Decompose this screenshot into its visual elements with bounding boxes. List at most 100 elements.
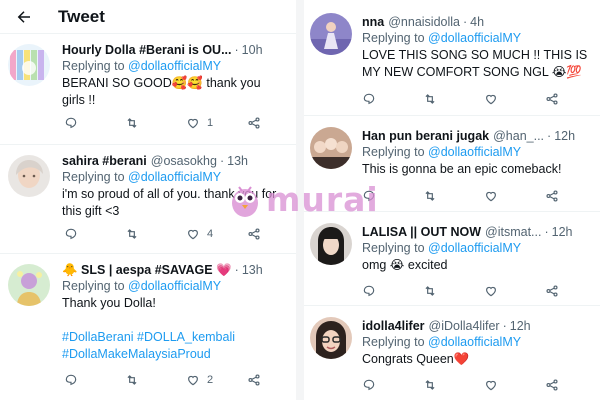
left-column: Tweet Hourly Dolla #Berani is OU... · 10…: [0, 0, 296, 400]
tweet-item[interactable]: nna @nnaisidolla · 4h Replying to @dolla…: [304, 0, 600, 116]
hashtag-link[interactable]: #DollaMakeMalaysiaProud: [62, 346, 290, 363]
display-name[interactable]: nna: [362, 14, 384, 30]
hashtag-link[interactable]: #DollaBerani #DOLLA_kembali: [62, 329, 290, 346]
avatar[interactable]: [8, 44, 50, 86]
timestamp[interactable]: 13h: [242, 262, 263, 278]
avatar[interactable]: [310, 223, 352, 265]
user-handle[interactable]: @nnaisidolla: [388, 14, 460, 30]
reply-icon: [65, 374, 77, 386]
mention-link[interactable]: @dollaofficialMY: [128, 279, 221, 293]
retweet-button[interactable]: [125, 116, 186, 130]
tweet-actions: [362, 284, 600, 298]
share-button[interactable]: [545, 189, 600, 203]
tweet-item[interactable]: Han pun berani jugak @han_... · 12h Repl…: [304, 116, 600, 212]
tweet-content: Hourly Dolla #Berani is OU... · 10h Repl…: [62, 42, 290, 109]
display-name[interactable]: 🐥 SLS | aespa #SAVAGE 💗: [62, 262, 232, 278]
mention-link[interactable]: @dollaofficialMY: [428, 335, 521, 349]
right-column: nna @nnaisidolla · 4h Replying to @dolla…: [304, 0, 600, 400]
mention-link[interactable]: @dollaofficialMY: [428, 241, 521, 255]
timestamp[interactable]: 10h: [242, 42, 263, 58]
retweet-icon: [425, 380, 435, 390]
replying-to: Replying to @dollaofficialMY: [62, 170, 222, 184]
display-name[interactable]: Hourly Dolla #Berani is OU...: [62, 42, 232, 58]
reply-button[interactable]: [64, 116, 125, 130]
tweet-item[interactable]: LALISA || OUT NOW @itsmat... · 12h Reply…: [304, 212, 600, 306]
timestamp[interactable]: 12h: [554, 128, 575, 144]
tweet-actions: 4: [64, 227, 296, 241]
display-name[interactable]: idolla4lifer: [362, 318, 425, 334]
timestamp[interactable]: 13h: [227, 153, 248, 169]
tweet-text: Thank you Dolla! #DollaBerani #DOLLA_kem…: [62, 295, 290, 363]
like-button[interactable]: 4: [186, 227, 247, 241]
like-button[interactable]: 2: [186, 373, 247, 387]
share-button[interactable]: [545, 284, 600, 298]
tweet-actions: 1: [64, 116, 296, 130]
replying-to: Replying to @dollaofficialMY: [62, 59, 222, 73]
timestamp[interactable]: 12h: [510, 318, 531, 334]
retweet-button[interactable]: [423, 92, 484, 106]
like-button[interactable]: 1: [186, 116, 247, 130]
retweet-icon: [425, 286, 435, 296]
share-button[interactable]: [247, 373, 296, 387]
mention-link[interactable]: @dollaofficialMY: [428, 145, 521, 159]
tweet-item[interactable]: sahira #berani @osasokhg · 13h Replying …: [0, 145, 296, 254]
reply-button[interactable]: [64, 373, 125, 387]
tweet-item[interactable]: idolla4lifer @iDolla4lifer · 12h Replyin…: [304, 306, 600, 400]
tweet-header: LALISA || OUT NOW @itsmat... · 12h: [362, 224, 573, 240]
tweet-content: 🐥 SLS | aespa #SAVAGE 💗 · 13h Replying t…: [62, 262, 290, 363]
timestamp[interactable]: 12h: [552, 224, 573, 240]
avatar[interactable]: [310, 13, 352, 55]
display-name[interactable]: LALISA || OUT NOW: [362, 224, 481, 240]
like-button[interactable]: [484, 284, 545, 298]
retweet-button[interactable]: [125, 227, 186, 241]
avatar[interactable]: [310, 317, 352, 359]
share-icon: [546, 285, 558, 297]
reply-button[interactable]: [362, 92, 423, 106]
share-button[interactable]: [545, 378, 600, 392]
share-icon: [248, 117, 260, 129]
tweet-item[interactable]: Hourly Dolla #Berani is OU... · 10h Repl…: [0, 34, 296, 145]
share-button[interactable]: [247, 227, 296, 241]
mention-link[interactable]: @dollaofficialMY: [428, 31, 521, 45]
retweet-button[interactable]: [423, 378, 484, 392]
mention-link[interactable]: @dollaofficialMY: [128, 59, 221, 73]
back-button[interactable]: [10, 3, 38, 31]
tweet-item[interactable]: 🐥 SLS | aespa #SAVAGE 💗 · 13h Replying t…: [0, 254, 296, 400]
reply-icon: [65, 117, 77, 129]
share-button[interactable]: [545, 92, 600, 106]
user-handle[interactable]: @osasokhg: [151, 153, 217, 169]
reply-icon: [363, 93, 375, 105]
display-name[interactable]: sahira #berani: [62, 153, 147, 169]
tweet-content: sahira #berani @osasokhg · 13h Replying …: [62, 153, 290, 220]
reply-button[interactable]: [362, 378, 423, 392]
like-button[interactable]: [484, 378, 545, 392]
share-icon: [248, 374, 260, 386]
user-handle[interactable]: @itsmat...: [485, 224, 541, 240]
avatar[interactable]: [8, 155, 50, 197]
retweet-button[interactable]: [423, 189, 484, 203]
top-bar: Tweet: [0, 0, 296, 34]
display-name[interactable]: Han pun berani jugak: [362, 128, 489, 144]
tweet-header: nna @nnaisidolla · 4h: [362, 14, 485, 30]
timestamp[interactable]: 4h: [470, 14, 484, 30]
tweet-content: Han pun berani jugak @han_... · 12h Repl…: [362, 128, 594, 178]
like-button[interactable]: [484, 189, 545, 203]
reply-icon: [363, 285, 375, 297]
reply-button[interactable]: [362, 189, 423, 203]
tweet-header: sahira #berani @osasokhg · 13h: [62, 153, 248, 169]
share-button[interactable]: [247, 116, 296, 130]
mention-link[interactable]: @dollaofficialMY: [128, 170, 221, 184]
like-button[interactable]: [484, 92, 545, 106]
avatar[interactable]: [8, 264, 50, 306]
heart-icon: [188, 229, 198, 240]
tweet-header: Han pun berani jugak @han_... · 12h: [362, 128, 576, 144]
reply-button[interactable]: [362, 284, 423, 298]
avatar[interactable]: [310, 127, 352, 169]
reply-button[interactable]: [64, 227, 125, 241]
user-handle[interactable]: @iDolla4lifer: [429, 318, 500, 334]
user-handle[interactable]: @han_...: [493, 128, 544, 144]
retweet-button[interactable]: [423, 284, 484, 298]
replying-to: Replying to @dollaofficialMY: [362, 241, 522, 255]
arrow-left-icon: [17, 10, 30, 23]
retweet-button[interactable]: [125, 373, 186, 387]
